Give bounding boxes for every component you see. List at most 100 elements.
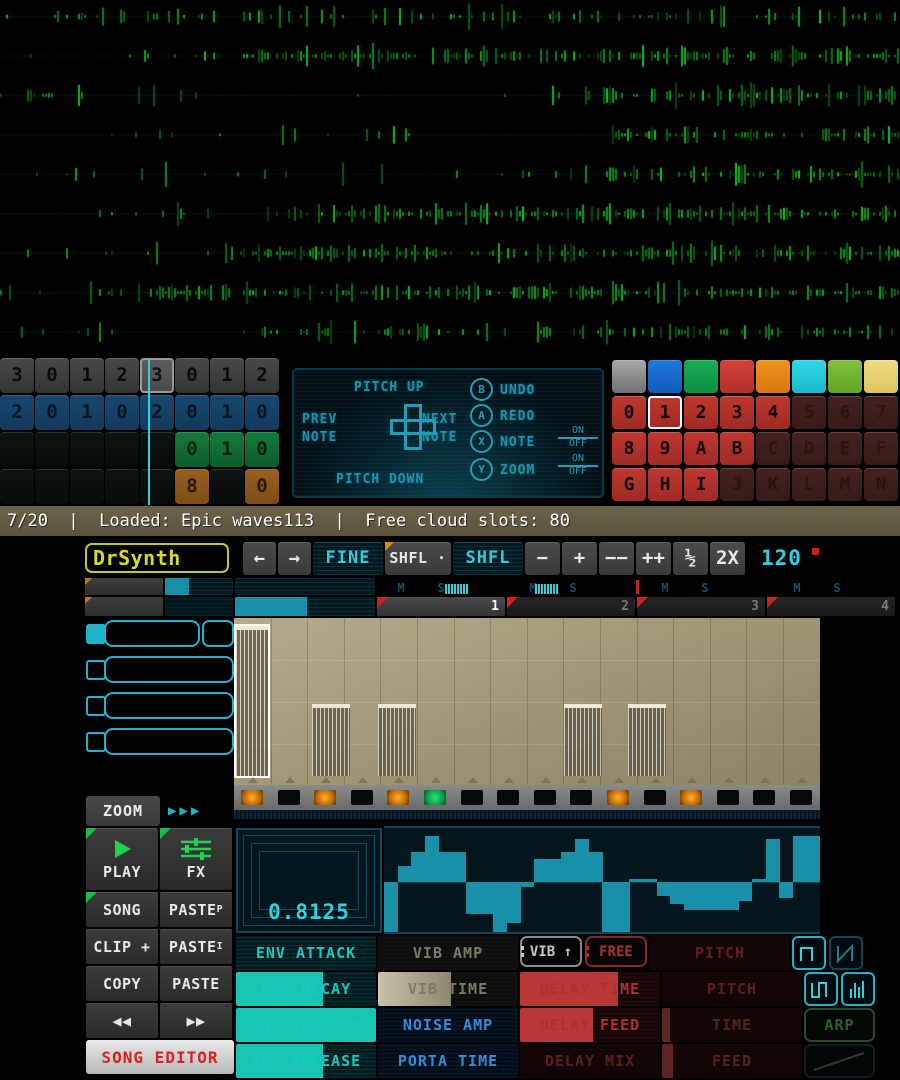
solo-button-3[interactable]: S: [693, 579, 718, 596]
trigger-step[interactable]: [380, 785, 417, 810]
wavetable-sample[interactable]: [806, 836, 820, 882]
wavetable-editor[interactable]: [384, 826, 820, 934]
keypad-key[interactable]: 3: [720, 396, 754, 429]
noise-wave-icon[interactable]: [841, 972, 875, 1006]
track-selector-1[interactable]: 1: [377, 597, 505, 616]
step-cell[interactable]: 1: [210, 395, 244, 430]
keypad-key[interactable]: H: [648, 468, 682, 501]
wavetable-sample[interactable]: [683, 882, 698, 911]
wavetable-sample[interactable]: [438, 852, 453, 882]
saw-wave-icon[interactable]: [829, 936, 863, 970]
song-button[interactable]: SONG: [86, 892, 158, 927]
trigger-step[interactable]: [234, 785, 271, 810]
param-feed[interactable]: FEED: [662, 1044, 802, 1078]
mute-button-4[interactable]: M: [785, 579, 810, 596]
step-cell[interactable]: 0: [245, 432, 279, 467]
slot-value-b[interactable]: [104, 656, 234, 683]
piano-roll-note[interactable]: [234, 624, 270, 778]
step-cell[interactable]: 0: [245, 395, 279, 430]
keypad-key[interactable]: 9: [648, 432, 682, 465]
oct-control[interactable]: [165, 578, 233, 595]
zoom-button[interactable]: ZOOM: [86, 796, 160, 826]
step-cell[interactable]: 2: [105, 358, 139, 393]
param-porta-time[interactable]: PORTA TIME: [378, 1044, 518, 1078]
piano-roll-note[interactable]: [378, 704, 416, 776]
wavetable-sample[interactable]: [574, 838, 589, 882]
param-delay-feed[interactable]: DELAY FEED: [520, 1008, 660, 1042]
next-instrument-button[interactable]: →: [278, 541, 311, 575]
trigger-step[interactable]: [526, 785, 564, 810]
horizontal-scrollbar[interactable]: [234, 810, 820, 819]
trigger-step[interactable]: [673, 785, 710, 810]
pitch-control[interactable]: [235, 578, 375, 595]
param-delay-mix[interactable]: DELAY MIX: [520, 1044, 660, 1078]
trigger-step[interactable]: [270, 785, 308, 810]
wavetable-sample[interactable]: [779, 882, 794, 899]
param-env-sustain[interactable]: ENV SUSTAIN: [236, 1008, 376, 1042]
track-selector-3[interactable]: 3: [637, 597, 765, 616]
pattern-keypad[interactable]: 0123456789ABCDEFGHIJKLMN: [612, 360, 900, 505]
slot-key-a[interactable]: [86, 623, 106, 644]
arpeggiator-button[interactable]: ARP: [804, 1008, 875, 1042]
wavetable-sample[interactable]: [642, 879, 658, 882]
piano-roll[interactable]: [234, 618, 820, 785]
color-swatch-1[interactable]: [648, 360, 682, 393]
wavetable-sample[interactable]: [520, 882, 535, 888]
step-cell[interactable]: 1: [210, 432, 244, 467]
shuffle-dot-button[interactable]: SHFL ·: [385, 541, 451, 575]
color-swatch-7[interactable]: [864, 360, 898, 393]
trigger-step[interactable]: [307, 785, 344, 810]
trigger-step[interactable]: [563, 785, 600, 810]
prev-instrument-button[interactable]: ←: [243, 541, 276, 575]
trigger-step[interactable]: [490, 785, 527, 810]
wavetable-sample[interactable]: [765, 838, 780, 882]
slot-key-b[interactable]: [86, 659, 106, 680]
piano-roll-note[interactable]: [628, 704, 666, 776]
slot-key-c[interactable]: [86, 695, 106, 716]
color-swatch-2[interactable]: [684, 360, 718, 393]
square-wave-icon[interactable]: [792, 936, 826, 970]
wavetable-sample[interactable]: [588, 852, 603, 882]
color-swatch-4[interactable]: [756, 360, 790, 393]
copy-button[interactable]: COPY: [86, 966, 158, 1001]
step-cell[interactable]: 0: [105, 395, 139, 430]
wavetable-sample[interactable]: [424, 836, 440, 882]
wavetable-sample[interactable]: [751, 878, 767, 882]
mute-button-3[interactable]: M: [653, 579, 678, 596]
increment-big-button[interactable]: ++: [636, 541, 671, 575]
solo-button-4[interactable]: S: [825, 579, 850, 596]
keypad-key[interactable]: A: [684, 432, 718, 465]
keypad-key[interactable]: 0: [612, 396, 646, 429]
piano-roll-note[interactable]: [564, 704, 602, 776]
step-cell[interactable]: 1: [70, 358, 104, 393]
slot-key-d[interactable]: [86, 731, 106, 752]
instrument-name-field[interactable]: DrSynth: [85, 543, 229, 573]
keypad-key[interactable]: I: [684, 468, 718, 501]
song-editor-button[interactable]: SONG EDITOR: [86, 1040, 234, 1074]
wavetable-sample[interactable]: [738, 882, 753, 901]
wavetable-sample[interactable]: [724, 882, 739, 911]
param-pitch[interactable]: PITCH: [662, 972, 802, 1006]
wavetable-sample[interactable]: [452, 852, 467, 882]
trigger-step[interactable]: [416, 785, 454, 810]
trigger-step[interactable]: [453, 785, 491, 810]
slot-value-a[interactable]: [104, 620, 200, 647]
param-noise-amp[interactable]: NOISE AMP: [378, 1008, 518, 1042]
wavetable-sample[interactable]: [792, 836, 807, 882]
keypad-key[interactable]: B: [720, 432, 754, 465]
wavetable-sample[interactable]: [384, 882, 399, 932]
half-speed-button[interactable]: ½: [673, 541, 708, 575]
param-env-release[interactable]: ENV RELEASE: [236, 1044, 376, 1078]
trigger-step[interactable]: [709, 785, 747, 810]
trigger-step[interactable]: [599, 785, 637, 810]
wavetable-sample[interactable]: [629, 879, 644, 882]
step-cell[interactable]: 2: [140, 395, 174, 430]
trigger-step[interactable]: [746, 785, 783, 810]
color-swatch-5[interactable]: [792, 360, 826, 393]
double-speed-button[interactable]: 2X: [710, 541, 745, 575]
wavetable-sample[interactable]: [656, 882, 671, 896]
play-button[interactable]: PLAY: [86, 828, 158, 890]
wavetable-sample[interactable]: [411, 852, 426, 882]
step-cell[interactable]: 3: [0, 358, 34, 393]
step-cell[interactable]: 0: [245, 469, 279, 504]
